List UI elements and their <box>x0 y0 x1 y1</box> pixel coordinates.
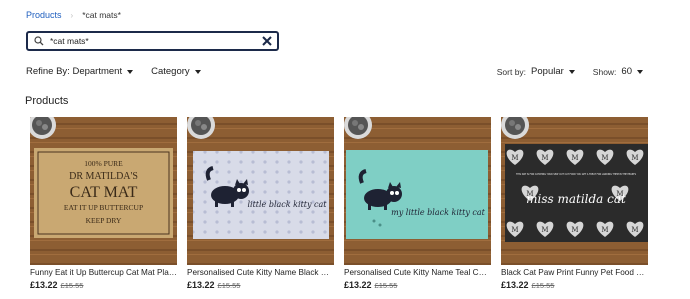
product-card[interactable]: my little black kitty cat Personalised C… <box>344 117 491 290</box>
caret-down-icon <box>568 69 575 74</box>
product-prices: £13.22 £15.55 <box>30 280 83 290</box>
product-card[interactable]: 100% PURE DR MATILDA'S CAT MAT EAT IT UP… <box>30 117 177 290</box>
heart-letter: M <box>571 154 578 162</box>
mat-line-5: KEEP DRY <box>86 216 122 225</box>
close-icon[interactable] <box>261 35 273 47</box>
refine-by-department-dropdown[interactable]: Refine By: Department <box>26 66 134 77</box>
sort-bar: Sort by: Popular Show: 60 <box>497 66 643 77</box>
product-card[interactable]: little black kitty cat Personalised Cute… <box>187 117 334 290</box>
category-dropdown[interactable]: Category <box>151 66 201 77</box>
product-name[interactable]: Black Cat Paw Print Funny Pet Food Plac.… <box>501 268 648 277</box>
product-price: £13.22 <box>30 280 58 290</box>
heart-letter: M <box>511 226 518 234</box>
show-count-dropdown[interactable]: 60 <box>621 66 643 77</box>
product-was-price: £15.55 <box>374 281 398 290</box>
search-input[interactable] <box>50 36 250 46</box>
sort-label: Sort by: <box>496 66 527 77</box>
heart-letter: M <box>601 154 608 162</box>
product-price: £13.22 <box>501 280 529 290</box>
section-title: Products <box>25 95 69 107</box>
product-prices: £13.22 £15.55 <box>344 280 397 290</box>
mat-line-3: CAT MAT <box>70 184 138 201</box>
show-value: 60 <box>621 66 632 77</box>
mat-line-4: EAT IT UP BUTTERCUP <box>64 203 143 212</box>
heart-letter: M <box>541 226 548 234</box>
search-box <box>26 31 279 51</box>
product-was-price: £15.55 <box>217 281 241 290</box>
mat-text: my little black kitty cat <box>391 208 486 217</box>
caret-down-icon <box>127 69 134 74</box>
product-image[interactable]: little black kitty cat <box>187 117 334 265</box>
heart-letter: M <box>571 226 578 234</box>
refine-label: Refine By: Department <box>26 66 123 77</box>
product-prices: £13.22 £15.55 <box>501 280 554 290</box>
product-card[interactable]: MMMMMMMMMMMM THIS MAT IS FOR CATCHING YO… <box>501 117 648 290</box>
product-was-price: £15.55 <box>531 281 555 290</box>
sort-dropdown[interactable]: Popular <box>531 66 575 77</box>
breadcrumb: Products › *cat mats* <box>26 10 121 20</box>
product-price: £13.22 <box>344 280 372 290</box>
heart-letter: M <box>601 226 608 234</box>
heart-letter: M <box>631 154 638 162</box>
product-image[interactable]: 100% PURE DR MATILDA'S CAT MAT EAT IT UP… <box>30 117 177 265</box>
caret-down-icon <box>194 69 201 74</box>
product-was-price: £15.55 <box>60 281 84 290</box>
product-name[interactable]: Funny Eat it Up Buttercup Cat Mat Place.… <box>30 268 177 277</box>
heart-letter: M <box>511 154 518 162</box>
sort-value: Popular <box>531 66 564 77</box>
mat-text: miss matilda cat <box>526 192 626 206</box>
mat-line-1: 100% PURE <box>84 159 123 168</box>
breadcrumb-current: *cat mats* <box>82 10 121 20</box>
mat-small-text: THIS MAT IS FOR CATCHING YOUR SPAT OUT C… <box>516 172 636 176</box>
product-image[interactable]: MMMMMMMMMMMM THIS MAT IS FOR CATCHING YO… <box>501 117 648 265</box>
heart-letter: M <box>541 154 548 162</box>
mat-text: little black kitty cat <box>247 200 327 209</box>
heart-letter: M <box>631 226 638 234</box>
magnifier-icon <box>34 36 45 47</box>
product-prices: £13.22 £15.55 <box>187 280 240 290</box>
product-image[interactable]: my little black kitty cat <box>344 117 491 265</box>
breadcrumb-products-link[interactable]: Products <box>26 10 62 20</box>
caret-down-icon <box>637 69 643 74</box>
product-name[interactable]: Personalised Cute Kitty Name Teal Cat Pl… <box>344 268 491 277</box>
show-label: Show: <box>592 66 617 77</box>
mat-line-2: DR MATILDA'S <box>69 171 138 182</box>
filter-bar: Refine By: Department Category <box>26 66 201 77</box>
product-name[interactable]: Personalised Cute Kitty Name Black Cat .… <box>187 268 334 277</box>
category-label: Category <box>151 66 190 77</box>
product-price: £13.22 <box>187 280 215 290</box>
breadcrumb-separator-icon: › <box>70 10 74 20</box>
